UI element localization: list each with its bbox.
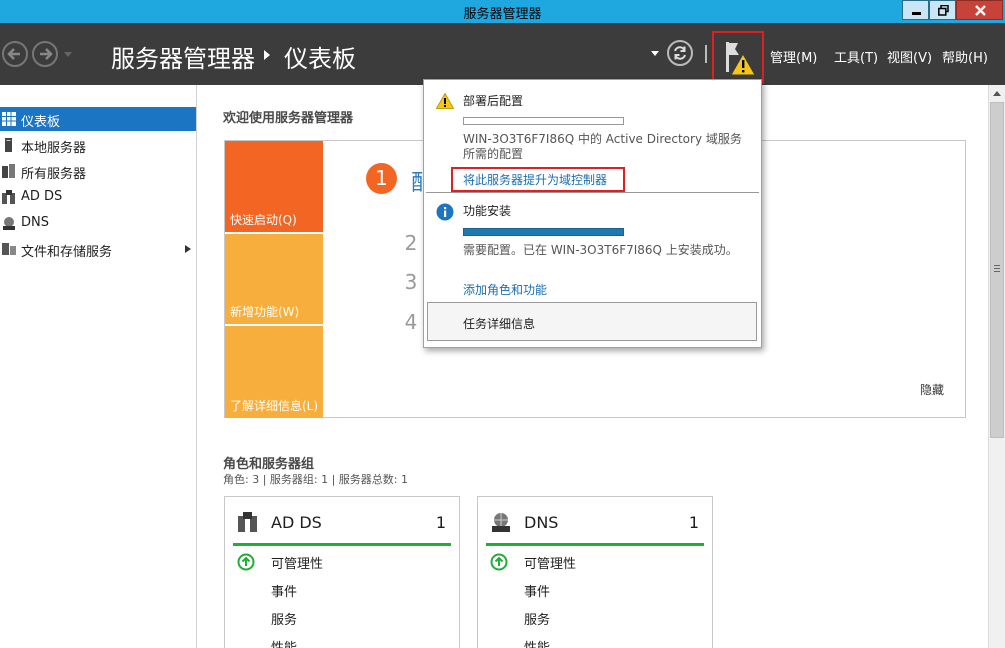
progress-bar-empty <box>463 117 624 125</box>
promote-dc-link[interactable]: 将此服务器提升为域控制器 <box>463 171 607 188</box>
sidebar-item-file-storage[interactable]: 文件和存储服务 <box>0 237 196 261</box>
roles-title: 角色和服务器组 <box>223 457 315 472</box>
role-count: 1 <box>688 513 699 532</box>
dns-icon <box>492 513 510 532</box>
refresh-icon <box>674 46 686 60</box>
breadcrumb-separator-icon <box>264 50 270 60</box>
step-4-badge: 4 <box>404 310 418 334</box>
dns-icon <box>3 217 15 230</box>
task-details-button[interactable]: 任务详细信息 <box>427 302 757 341</box>
status-ok-icon <box>237 553 255 571</box>
scroll-up-icon[interactable] <box>993 91 1001 96</box>
menu-view[interactable]: 视图(V) <box>887 47 932 66</box>
notification-description: 需要配置。已在 WIN-3O3T6F7I86Q 上安装成功。 <box>463 243 738 257</box>
info-icon <box>436 203 454 221</box>
sidebar-item-ad-ds[interactable]: AD DS <box>0 185 196 209</box>
role-name: DNS <box>524 513 559 532</box>
status-bar <box>233 543 451 546</box>
whats-new-tile[interactable]: 新增功能(W) <box>225 234 323 324</box>
flag-warning-icon <box>726 42 756 76</box>
storage-icon <box>2 243 16 255</box>
sidebar-item-all-servers[interactable]: 所有服务器 <box>0 159 196 183</box>
page-title: 仪表板 <box>284 45 356 73</box>
sidebar-item-dashboard[interactable]: 仪表板 <box>0 107 196 131</box>
window-title: 服务器管理器 <box>463 7 542 22</box>
role-count: 1 <box>435 513 446 532</box>
hide-welcome-link[interactable]: 隐藏 <box>920 381 944 398</box>
title-bar: 服务器管理器 <box>0 0 1005 23</box>
sidebar-item-label: AD DS <box>21 189 63 204</box>
notification-description: WIN-3O3T6F7I86Q 中的 Active Directory 域服务所… <box>463 132 742 161</box>
row-services[interactable]: 服务 <box>524 609 550 628</box>
breadcrumb-app: 服务器管理器 <box>111 45 255 73</box>
sidebar-item-local-server[interactable]: 本地服务器 <box>0 133 196 157</box>
notifications-flag-button[interactable] <box>712 31 764 84</box>
chevron-right-icon[interactable] <box>185 245 191 253</box>
maximize-button[interactable] <box>929 0 956 20</box>
notification-divider <box>426 192 759 193</box>
quick-start-tile[interactable]: 快速启动(Q) <box>225 141 323 232</box>
row-services[interactable]: 服务 <box>271 609 297 628</box>
header-divider <box>705 45 707 63</box>
history-dropdown-icon[interactable] <box>64 52 72 57</box>
header-dropdown-icon[interactable] <box>651 51 659 56</box>
role-name: AD DS <box>271 513 322 532</box>
welcome-title: 欢迎使用服务器管理器 <box>223 111 354 126</box>
sidebar-item-label: 本地服务器 <box>21 141 87 156</box>
grip-icon <box>994 265 1000 266</box>
notifications-panel: 部署后配置 WIN-3O3T6F7I86Q 中的 Active Director… <box>423 79 762 348</box>
notification-title: 功能安装 <box>463 204 512 218</box>
sidebar-item-dns[interactable]: DNS <box>0 211 196 235</box>
step-2-badge: 2 <box>404 231 418 255</box>
role-card-ad-ds[interactable]: AD DS 1 可管理性 事件 服务 性能 <box>224 496 460 648</box>
learn-more-tile[interactable]: 了解详细信息(L) <box>225 326 323 418</box>
tile-label: 快速启动(Q) <box>230 213 297 227</box>
arrow-left-icon <box>7 48 20 60</box>
progress-bar-full <box>463 228 624 236</box>
arrow-right-icon <box>40 48 53 60</box>
row-events[interactable]: 事件 <box>271 581 297 600</box>
step-1-badge: 1 <box>366 163 397 194</box>
menu-tools[interactable]: 工具(T) <box>834 47 878 66</box>
close-button[interactable] <box>956 0 1003 20</box>
dashboard-icon <box>2 112 16 126</box>
sidebar-item-label: 仪表板 <box>21 115 61 130</box>
sidebar-item-label: 文件和存储服务 <box>21 245 113 260</box>
menu-help[interactable]: 帮助(H) <box>942 47 988 66</box>
server-icon <box>5 138 12 152</box>
refresh-button[interactable] <box>667 40 693 66</box>
notification-title: 部署后配置 <box>463 94 524 108</box>
status-bar <box>486 543 704 546</box>
row-manageability[interactable]: 可管理性 <box>271 553 323 572</box>
row-performance[interactable]: 性能 <box>524 637 550 648</box>
vertical-scrollbar[interactable] <box>988 85 1005 648</box>
ad-ds-icon <box>2 190 15 204</box>
row-performance[interactable]: 性能 <box>271 637 297 648</box>
servers-icon <box>2 164 15 178</box>
back-button[interactable] <box>2 41 28 67</box>
minimize-icon <box>912 12 921 15</box>
step-3-badge: 3 <box>404 270 418 294</box>
role-card-dns[interactable]: DNS 1 可管理性 事件 服务 性能 <box>477 496 713 648</box>
close-icon <box>975 5 986 16</box>
minimize-button[interactable] <box>902 0 929 20</box>
row-events[interactable]: 事件 <box>524 581 550 600</box>
sidebar-item-label: DNS <box>21 215 49 230</box>
row-manageability[interactable]: 可管理性 <box>524 553 576 572</box>
task-details-label: 任务详细信息 <box>463 317 536 331</box>
roles-summary: 角色: 3 | 服务器组: 1 | 服务器总数: 1 <box>223 473 409 486</box>
restore-icon <box>938 5 949 16</box>
warning-icon <box>436 93 454 109</box>
tile-label: 新增功能(W) <box>230 305 300 319</box>
sidebar-item-label: 所有服务器 <box>21 167 87 182</box>
menu-manage[interactable]: 管理(M) <box>770 47 817 66</box>
tile-label: 了解详细信息(L) <box>230 399 319 413</box>
scroll-thumb[interactable] <box>990 102 1004 438</box>
sidebar: 仪表板 本地服务器 所有服务器 AD DS DNS 文件和存储服务 <box>0 85 197 648</box>
status-ok-icon <box>490 553 508 571</box>
ad-ds-icon <box>238 512 257 532</box>
app-header: 服务器管理器 仪表板 管理(M) 工具(T) 视图(V) 帮助(H) <box>0 23 1005 85</box>
forward-button[interactable] <box>32 41 58 67</box>
add-roles-features-link[interactable]: 添加角色和功能 <box>463 281 547 298</box>
